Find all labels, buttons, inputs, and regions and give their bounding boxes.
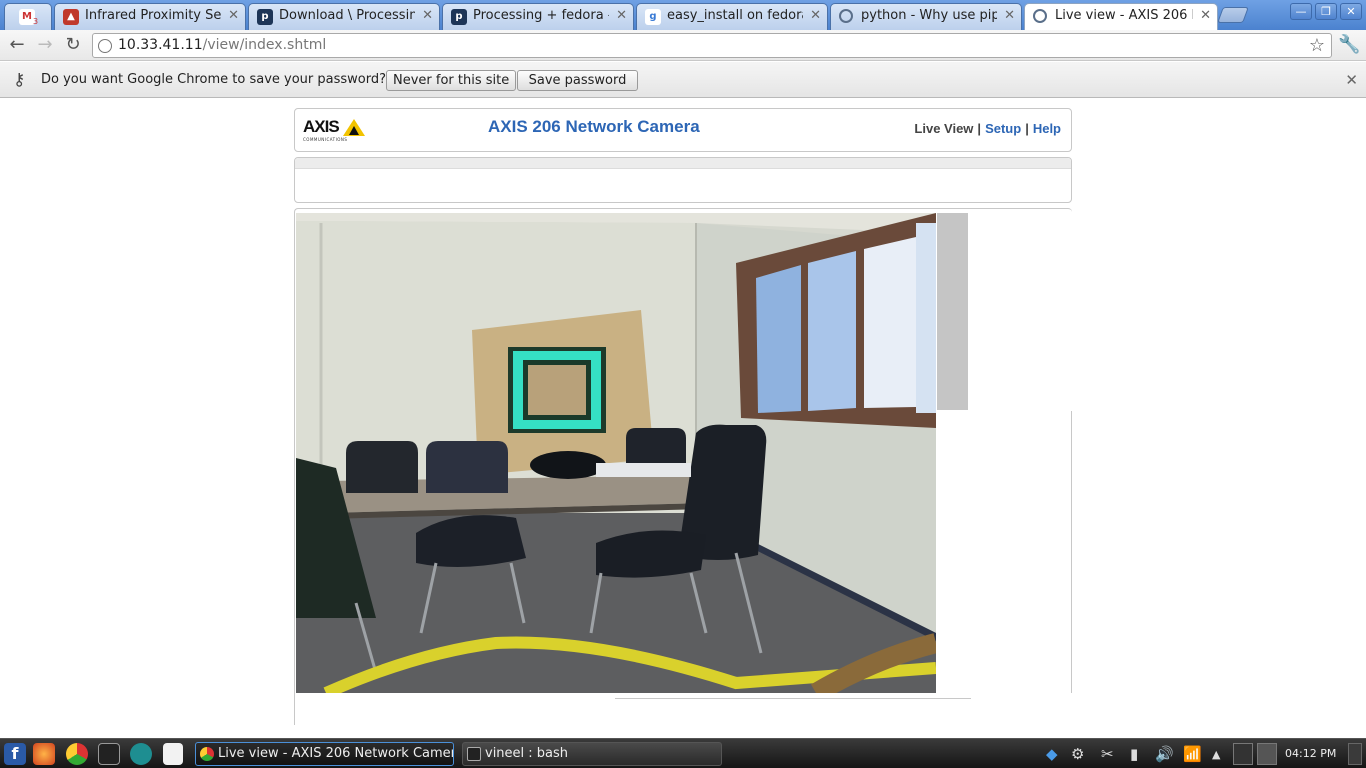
close-icon[interactable]: ✕ <box>810 4 821 28</box>
workspace-2[interactable] <box>1257 743 1277 765</box>
google-icon: g <box>645 9 661 25</box>
task-live-view[interactable]: Live view - AXIS 206 Network Camera <box>195 742 454 766</box>
tab-label: Infrared Proximity Sens <box>85 8 221 23</box>
top-nav: Live View | Setup | Help <box>914 121 1061 136</box>
tab-label: Processing + fedora - <box>473 8 609 23</box>
forward-button[interactable]: → <box>33 34 57 56</box>
camera-video-feed[interactable] <box>296 213 936 693</box>
axis-logo: AXIS COMMUNICATIONS <box>303 117 367 145</box>
globe-icon <box>839 9 853 23</box>
tab-download-processing[interactable]: p Download \ Processing ✕ <box>248 3 440 30</box>
tab-live-view[interactable]: Live view - AXIS 206 Ne ✕ <box>1024 3 1218 31</box>
clock: 04:12 PM <box>1285 747 1337 760</box>
url-text: 10.33.41.11/view/index.shtml <box>118 37 327 53</box>
back-button[interactable]: ← <box>5 34 29 56</box>
scissors-icon[interactable]: ✂ <box>1101 745 1114 763</box>
document-icon[interactable] <box>163 743 183 765</box>
close-icon[interactable]: ✕ <box>1200 4 1211 28</box>
side-scroll-bar[interactable] <box>937 213 968 410</box>
wifi-icon[interactable]: 📶 <box>1183 745 1202 763</box>
unread-badge: 3 <box>33 17 39 26</box>
globe-icon <box>98 39 112 53</box>
reload-button[interactable]: ↻ <box>61 34 85 56</box>
bookmark-star-icon[interactable]: ☆ <box>1309 35 1325 56</box>
task-bash[interactable]: vineel : bash <box>462 742 722 766</box>
close-icon[interactable]: ✕ <box>616 4 627 28</box>
task-label: vineel : bash <box>485 746 569 761</box>
arduino-icon[interactable] <box>130 743 152 765</box>
close-icon[interactable]: ✕ <box>1004 4 1015 28</box>
tab-strip: M 3 ▲ Infrared Proximity Sens ✕ p Downlo… <box>0 0 1366 31</box>
fedora-menu-icon[interactable]: f <box>4 743 26 765</box>
close-window-button[interactable]: ✕ <box>1340 3 1362 20</box>
nav-live-view[interactable]: Live View <box>914 121 973 136</box>
dropbox-icon[interactable]: ◆ <box>1046 745 1058 763</box>
control-bar <box>294 157 1072 203</box>
chrome-icon <box>200 747 214 761</box>
wrench-menu-icon[interactable]: 🔧 <box>1338 34 1360 55</box>
processing-icon: p <box>451 9 467 25</box>
terminal-icon[interactable] <box>98 743 120 765</box>
tab-label: Download \ Processing <box>279 8 415 23</box>
new-tab-button[interactable] <box>1217 7 1249 23</box>
processing-icon: p <box>257 9 273 25</box>
camera-header: AXIS COMMUNICATIONS AXIS 206 Network Cam… <box>294 108 1072 152</box>
tab-python-pip[interactable]: python - Why use pip o ✕ <box>830 3 1022 30</box>
tab-easy-install[interactable]: g easy_install on fedora ✕ <box>636 3 828 30</box>
volume-icon[interactable]: 🔊 <box>1155 745 1174 763</box>
maximize-button[interactable]: ❐ <box>1315 3 1337 20</box>
tab-label: python - Why use pip o <box>861 8 997 23</box>
tab-label: easy_install on fedora <box>667 8 803 23</box>
tab-infrared[interactable]: ▲ Infrared Proximity Sens ✕ <box>54 3 246 30</box>
show-desktop-button[interactable] <box>1348 743 1362 765</box>
system-taskbar: f Live view - AXIS 206 Network Camera vi… <box>0 738 1366 768</box>
page-title: AXIS 206 Network Camera <box>488 117 700 136</box>
task-label: Live view - AXIS 206 Network Camera <box>218 746 454 761</box>
workspace-1[interactable] <box>1233 743 1253 765</box>
firefox-icon[interactable] <box>33 743 55 765</box>
nav-help[interactable]: Help <box>1033 121 1061 136</box>
terminal-icon <box>467 747 481 761</box>
tab-label: Live view - AXIS 206 Ne <box>1055 8 1193 23</box>
infobar-message: Do you want Google Chrome to save your p… <box>41 72 387 87</box>
close-icon[interactable]: ✕ <box>228 4 239 28</box>
key-icon: ⚷ <box>13 70 26 90</box>
control-strip <box>295 158 1071 169</box>
browser-toolbar: ← → ↻ 10.33.41.11/view/index.shtml ☆ 🔧 <box>0 30 1366 61</box>
save-password-button[interactable]: Save password <box>517 70 638 91</box>
battery-icon[interactable]: ▮ <box>1130 745 1138 763</box>
close-icon[interactable]: ✕ <box>1345 71 1358 89</box>
address-bar[interactable]: 10.33.41.11/view/index.shtml ☆ <box>92 33 1332 58</box>
settings-gear-icon[interactable]: ⚙ <box>1071 745 1084 763</box>
video-frame <box>296 213 936 693</box>
never-for-this-site-button[interactable]: Never for this site <box>386 70 517 91</box>
tab-gmail[interactable]: M 3 <box>4 3 52 30</box>
pdf-icon: ▲ <box>63 9 79 25</box>
minimize-button[interactable]: — <box>1290 3 1312 20</box>
tray-expand-icon[interactable]: ▲ <box>1212 748 1220 761</box>
globe-icon <box>1033 9 1047 23</box>
nav-setup[interactable]: Setup <box>985 121 1021 136</box>
close-icon[interactable]: ✕ <box>422 4 433 28</box>
chrome-icon[interactable] <box>66 743 88 765</box>
tab-processing-fedora[interactable]: p Processing + fedora - ✕ <box>442 3 634 30</box>
password-infobar: ⚷ Do you want Google Chrome to save your… <box>0 62 1366 98</box>
